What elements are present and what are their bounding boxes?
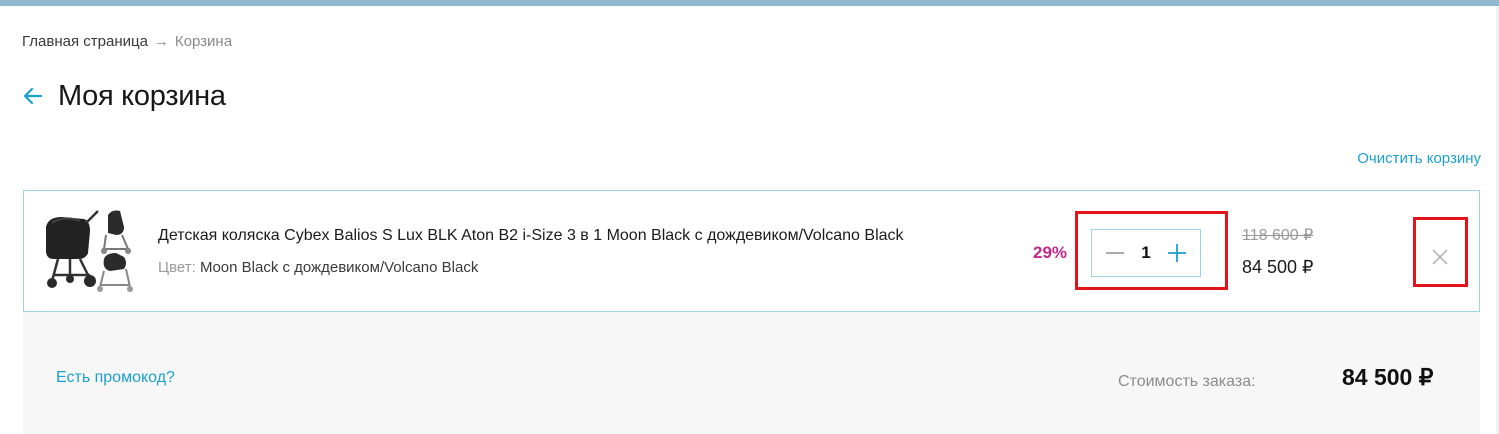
quantity-stepper: 1 [1091, 229, 1201, 277]
close-icon[interactable] [1429, 246, 1451, 268]
breadcrumb-current: Корзина [174, 33, 233, 50]
current-price: 84 500 ₽ [1242, 257, 1314, 277]
product-color: Цвет: Moon Black с дождевиком/Volcano Bl… [158, 259, 478, 276]
promo-code-link[interactable]: Есть промокод? [56, 369, 175, 387]
clear-cart-link[interactable]: Очистить корзину [1357, 150, 1481, 167]
product-color-value: Moon Black с дождевиком/Volcano Black [199, 259, 479, 276]
product-name[interactable]: Детская коляска Cybex Balios S Lux BLK A… [158, 227, 904, 245]
back-arrow-icon[interactable] [22, 85, 44, 107]
quantity-value[interactable]: 1 [1141, 243, 1150, 263]
breadcrumb: Главная страница → Корзина [22, 33, 232, 50]
breadcrumb-separator: → [153, 33, 169, 50]
page-title: Моя корзина [58, 79, 226, 112]
plus-icon[interactable] [1166, 242, 1188, 264]
cart-item: Детская коляска Cybex Balios S Lux BLK A… [23, 190, 1480, 312]
breadcrumb-home-link[interactable]: Главная страница [22, 33, 148, 50]
old-price: 118 600 ₽ [1242, 227, 1314, 244]
product-thumbnail[interactable] [40, 205, 136, 297]
order-total-value: 84 500 ₽ [1342, 364, 1434, 390]
order-summary-panel: Есть промокод? Стоимость заказа: 84 500 … [23, 312, 1480, 434]
discount-badge: 29% [1033, 243, 1068, 262]
title-row: Моя корзина [22, 78, 226, 114]
order-total-label: Стоимость заказа: [1118, 373, 1256, 390]
top-strip [0, 0, 1499, 6]
minus-icon[interactable] [1104, 242, 1126, 264]
product-color-label: Цвет: [158, 259, 196, 276]
